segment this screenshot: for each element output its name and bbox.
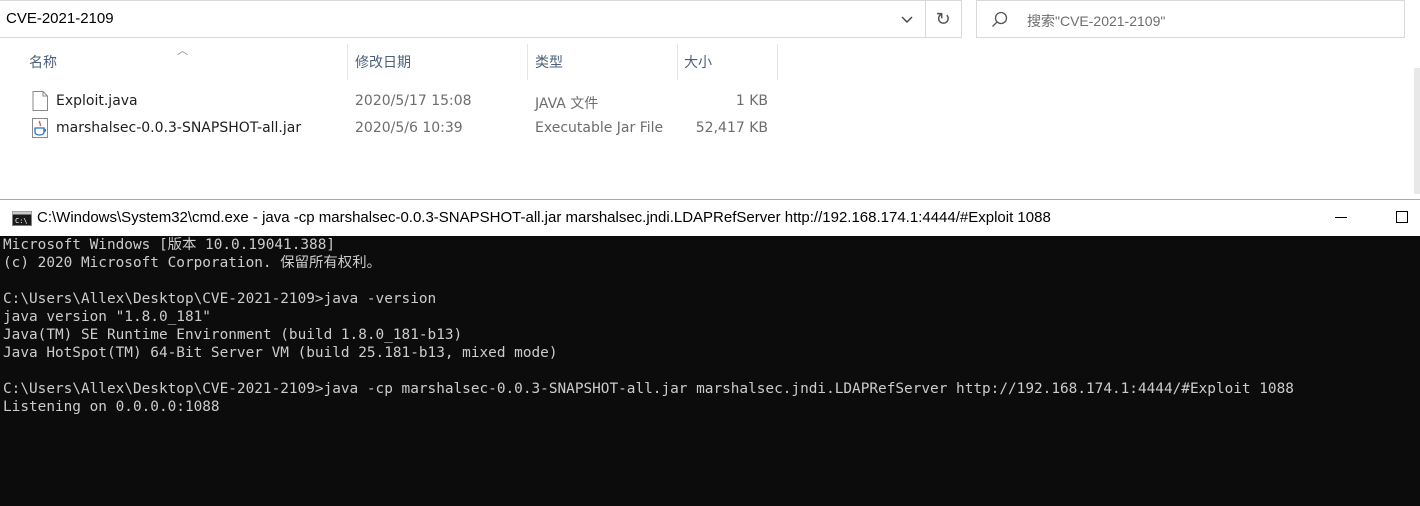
file-explorer: CVE-2021-2109 ↻ 搜索"CVE-2021-2109" ︿ 名称 修… xyxy=(0,0,1420,200)
file-date: 2020/5/6 10:39 xyxy=(355,120,463,136)
console-line: Java(TM) SE Runtime Environment (build 1… xyxy=(3,327,463,343)
column-header-date[interactable]: 修改日期 xyxy=(355,44,411,80)
column-divider[interactable] xyxy=(527,44,528,80)
console-line: Microsoft Windows [版本 10.0.19041.388] xyxy=(3,237,336,253)
file-date: 2020/5/17 15:08 xyxy=(355,93,472,109)
console-output[interactable]: Microsoft Windows [版本 10.0.19041.388] (c… xyxy=(0,236,1420,506)
file-type: Executable Jar File xyxy=(535,120,664,136)
console-line: C:\Users\Allex\Desktop\CVE-2021-2109>jav… xyxy=(3,291,437,307)
column-divider[interactable] xyxy=(347,44,348,80)
address-path[interactable]: CVE-2021-2109 xyxy=(6,10,114,27)
file-type: JAVA 文件 xyxy=(535,96,599,112)
cmd-title-bar[interactable]: C:\ C:\Windows\System32\cmd.exe - java -… xyxy=(0,199,1420,236)
svg-text:C:\: C:\ xyxy=(15,217,28,225)
file-name: marshalsec-0.0.3-SNAPSHOT-all.jar xyxy=(56,120,302,136)
jar-file-icon xyxy=(32,118,48,138)
column-header-name[interactable]: 名称 xyxy=(29,44,57,80)
java-file-icon xyxy=(32,91,48,111)
maximize-icon[interactable] xyxy=(1396,211,1408,223)
file-name: Exploit.java xyxy=(56,93,138,109)
column-header-type[interactable]: 类型 xyxy=(535,44,563,80)
console-line: C:\Users\Allex\Desktop\CVE-2021-2109>jav… xyxy=(3,381,1294,397)
file-size: 52,417 KB xyxy=(695,120,768,136)
chevron-down-icon[interactable] xyxy=(897,9,917,29)
console-line: Java HotSpot(TM) 64-Bit Server VM (build… xyxy=(3,345,558,361)
file-size: 1 KB xyxy=(735,93,768,109)
file-row[interactable]: Exploit.java 2020/5/17 15:08 JAVA 文件 1 K… xyxy=(28,89,788,115)
search-icon xyxy=(992,11,1008,27)
cmd-window: C:\ C:\Windows\System32\cmd.exe - java -… xyxy=(0,199,1420,506)
console-line: java version "1.8.0_181" xyxy=(3,309,211,325)
address-divider xyxy=(925,1,926,38)
column-header-size[interactable]: 大小 xyxy=(684,44,712,80)
console-line: Listening on 0.0.0.0:1088 xyxy=(3,399,220,415)
file-row[interactable]: marshalsec-0.0.3-SNAPSHOT-all.jar 2020/5… xyxy=(28,116,788,142)
column-headers: ︿ 名称 修改日期 类型 大小 xyxy=(0,44,800,80)
minimize-icon[interactable] xyxy=(1335,217,1347,218)
column-divider[interactable] xyxy=(677,44,678,80)
search-placeholder: 搜索"CVE-2021-2109" xyxy=(1027,13,1166,29)
search-input[interactable]: 搜索"CVE-2021-2109" xyxy=(976,0,1405,38)
sort-up-icon: ︿ xyxy=(177,44,188,57)
refresh-icon[interactable]: ↻ xyxy=(930,7,956,33)
scrollbar[interactable] xyxy=(1414,68,1420,194)
cmd-icon: C:\ xyxy=(12,211,32,226)
console-line: (c) 2020 Microsoft Corporation. 保留所有权利。 xyxy=(3,255,381,271)
cmd-title: C:\Windows\System32\cmd.exe - java -cp m… xyxy=(37,209,1051,226)
address-bar[interactable]: CVE-2021-2109 ↻ xyxy=(0,0,962,38)
column-divider[interactable] xyxy=(777,44,778,80)
